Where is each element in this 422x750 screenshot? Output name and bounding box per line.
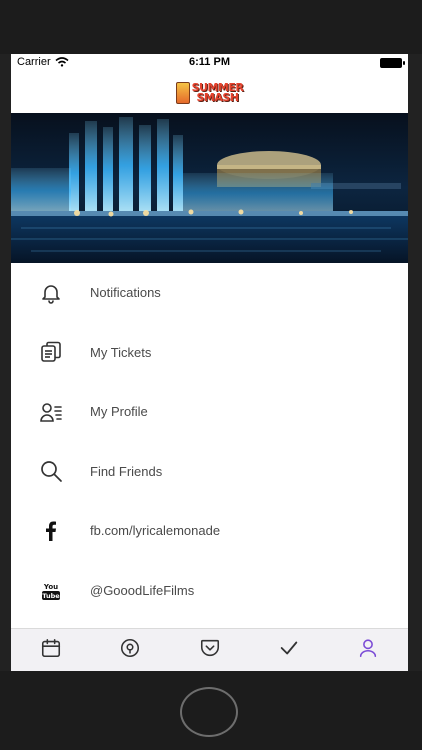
bottom-tab-bar	[11, 628, 408, 671]
menu-item-notifications[interactable]: Notifications	[11, 263, 408, 323]
bell-icon	[38, 280, 64, 306]
menu-item-my-tickets[interactable]: My Tickets	[11, 323, 408, 383]
tab-pocket[interactable]	[170, 629, 249, 671]
status-bar: Carrier 6:11 PM	[11, 54, 408, 72]
pocket-icon	[199, 637, 221, 664]
summer-smash-logo: SUMMER SMASH	[175, 81, 244, 104]
menu-label-facebook: fb.com/lyricalemonade	[90, 523, 221, 539]
profile-icon	[38, 399, 64, 425]
checkmark-icon	[278, 637, 300, 664]
menu-item-my-profile[interactable]: My Profile	[11, 382, 408, 442]
search-icon	[38, 458, 64, 484]
app-screen: Carrier 6:11 PM SUMMER SMASH Notificatio…	[11, 54, 408, 671]
ticket-icon	[38, 339, 64, 365]
menu-label-my-profile: My Profile	[90, 404, 148, 420]
menu-item-youtube[interactable]: You Tube @GooodLifeFilms	[11, 561, 408, 621]
map-pin-icon	[119, 637, 141, 664]
menu-label-find-friends: Find Friends	[90, 463, 163, 479]
device-frame: Carrier 6:11 PM SUMMER SMASH Notificatio…	[0, 0, 422, 750]
tab-profile[interactable]	[329, 629, 408, 671]
svg-text:Tube: Tube	[42, 592, 60, 600]
facebook-icon	[38, 518, 64, 544]
app-header: SUMMER SMASH	[11, 72, 408, 113]
menu-label-youtube: @GooodLifeFilms	[90, 582, 195, 598]
device-top-bezel	[0, 0, 422, 54]
menu-item-facebook[interactable]: fb.com/lyricalemonade	[11, 501, 408, 561]
user-icon	[357, 637, 379, 664]
status-time: 6:11 PM	[189, 56, 230, 68]
tab-checklist[interactable]	[249, 629, 328, 671]
hero-image	[11, 113, 408, 263]
tab-schedule[interactable]	[11, 629, 90, 671]
lemonade-can-icon	[175, 81, 190, 104]
menu-label-my-tickets: My Tickets	[90, 344, 152, 360]
menu-label-notifications: Notifications	[90, 285, 161, 301]
svg-text:You: You	[43, 583, 58, 591]
tab-map[interactable]	[90, 629, 169, 671]
menu-item-find-friends[interactable]: Find Friends	[11, 442, 408, 502]
battery-icon	[380, 58, 405, 68]
calendar-icon	[40, 637, 62, 664]
profile-menu: Notifications My Tickets My Profile Find…	[11, 263, 408, 620]
logo-line-2: SMASH	[196, 90, 239, 104]
home-button[interactable]	[180, 687, 238, 737]
fountain-illustration	[11, 113, 408, 263]
youtube-icon: You Tube	[38, 577, 64, 603]
logo-wordmark: SUMMER SMASH	[192, 82, 244, 104]
